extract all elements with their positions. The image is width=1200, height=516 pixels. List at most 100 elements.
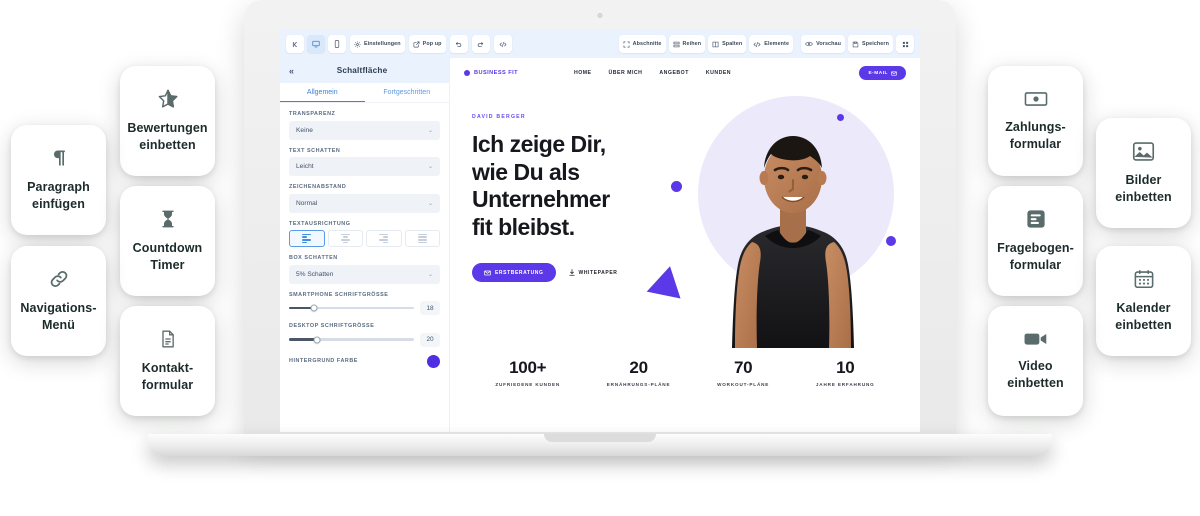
laptop-mockup: Einstellungen Pop up Abschnitte Reihen S… bbox=[148, 0, 1052, 480]
stat-value: 70 bbox=[733, 358, 753, 377]
chevron-down-icon: ⌄ bbox=[427, 200, 433, 207]
align-right-icon[interactable] bbox=[366, 230, 402, 247]
feature-card-label: Zahlungs- formular bbox=[1005, 120, 1066, 151]
document-icon bbox=[158, 328, 178, 350]
feature-card-navigation[interactable]: Navigations- Menü bbox=[11, 246, 106, 356]
tab-allgemein[interactable]: Allgemein bbox=[280, 83, 365, 102]
select-value: Leicht bbox=[296, 163, 314, 170]
align-center-icon[interactable] bbox=[327, 230, 363, 247]
feature-card-video[interactable]: Video einbetten bbox=[988, 306, 1083, 416]
field-transparenz: Transparenz Keine ⌄ bbox=[289, 111, 440, 140]
erstberatung-button[interactable]: ERSTBERATUNG bbox=[472, 263, 556, 283]
toolbar-structure-group: Abschnitte Reihen Spalten Elemente bbox=[618, 35, 794, 53]
hero-section: DAVID BERGER Ich zeige Dir, wie Du als U… bbox=[450, 88, 920, 348]
stat-label: ERNÄHRUNGS-PLÄNE bbox=[606, 382, 671, 387]
email-button[interactable]: E-MAIL bbox=[859, 66, 906, 80]
sidebar-title: Schaltfläche bbox=[336, 66, 388, 75]
chevron-down-icon: ⌄ bbox=[427, 271, 433, 278]
smartphone-font-value[interactable]: 18 bbox=[420, 301, 440, 315]
nav-link-home[interactable]: HOME bbox=[574, 70, 592, 76]
feature-card-paragraph[interactable]: Paragraph einfügen bbox=[11, 125, 106, 235]
field-zeichenabstand: Zeichenabstand Normal ⌄ bbox=[289, 184, 440, 213]
feature-card-kontakt[interactable]: Kontakt- formular bbox=[120, 306, 215, 416]
field-label: Desktop Schriftgrösse bbox=[289, 323, 375, 329]
align-justify-icon[interactable] bbox=[404, 230, 440, 247]
back-arrow-icon[interactable] bbox=[286, 35, 304, 53]
feature-card-fragebogen[interactable]: Fragebogen- formular bbox=[988, 186, 1083, 296]
field-label: Transparenz bbox=[289, 111, 336, 117]
text-schatten-select[interactable]: Leicht ⌄ bbox=[289, 157, 440, 176]
undo-icon[interactable] bbox=[449, 35, 468, 53]
site-nav-links: HOME ÜBER MICH ANGEBOT KUNDEN bbox=[574, 70, 731, 76]
slider-knob[interactable] bbox=[310, 304, 318, 312]
text-align-segmented bbox=[289, 230, 440, 247]
rows-button[interactable]: Reihen bbox=[668, 35, 706, 53]
field-label: Zeichenabstand bbox=[289, 184, 347, 190]
slider-track[interactable] bbox=[289, 304, 414, 312]
settings-label: Einstellungen bbox=[364, 41, 401, 47]
code-icon[interactable] bbox=[493, 35, 512, 53]
email-button-label: E-MAIL bbox=[868, 70, 888, 76]
paragraph-icon bbox=[49, 147, 69, 169]
stat-value: 100+ bbox=[509, 358, 547, 377]
nav-link-angebot[interactable]: ANGEBOT bbox=[659, 70, 688, 76]
zeichenabstand-select[interactable]: Normal ⌄ bbox=[289, 193, 440, 213]
stat-item: 70 WORKOUT-PLÄNE bbox=[717, 358, 769, 387]
background-color-swatch[interactable] bbox=[427, 354, 440, 368]
save-button[interactable]: Speichern bbox=[848, 35, 893, 53]
feature-card-countdown[interactable]: Countdown Timer bbox=[120, 186, 215, 296]
feature-card-zahlungsformular[interactable]: Zahlungs- formular bbox=[988, 66, 1083, 176]
nav-link-ueber-mich[interactable]: ÜBER MICH bbox=[609, 70, 643, 76]
elements-button[interactable]: Elemente bbox=[749, 35, 794, 53]
field-desktop-schriftgroesse: Desktop Schriftgrösse 20 bbox=[289, 323, 440, 347]
hero-content: DAVID BERGER Ich zeige Dir, wie Du als U… bbox=[450, 88, 920, 283]
rows-label: Reihen bbox=[682, 41, 702, 47]
field-box-schatten: Box Schatten 5% Schatten ⌄ bbox=[289, 255, 440, 284]
logo-dot-icon bbox=[464, 70, 470, 76]
redo-icon[interactable] bbox=[471, 35, 490, 53]
transparenz-select[interactable]: Keine ⌄ bbox=[289, 120, 440, 140]
field-label: Box Schatten bbox=[289, 255, 338, 261]
editor-toolbar: Einstellungen Pop up Abschnitte Reihen S… bbox=[280, 30, 920, 58]
laptop-notch bbox=[544, 434, 656, 442]
settings-button[interactable]: Einstellungen bbox=[350, 35, 405, 53]
image-icon bbox=[1132, 141, 1155, 162]
monitor-icon[interactable] bbox=[307, 35, 325, 53]
select-value: 5% Schatten bbox=[296, 270, 334, 278]
feature-card-bewertungen[interactable]: Bewertungen einbetten bbox=[120, 66, 215, 176]
desktop-font-value[interactable]: 20 bbox=[420, 332, 440, 347]
tab-fortgeschritten[interactable]: Fortgeschritten bbox=[365, 83, 450, 102]
slider-track[interactable] bbox=[289, 336, 414, 343]
sections-button[interactable]: Abschnitte bbox=[618, 35, 666, 53]
smartphone-font-slider[interactable]: 18 bbox=[289, 301, 440, 315]
columns-label: Spalten bbox=[722, 41, 743, 47]
popup-label: Pop up bbox=[422, 41, 442, 47]
box-schatten-select[interactable]: 5% Schatten ⌄ bbox=[289, 264, 440, 284]
desktop-font-slider[interactable]: 20 bbox=[289, 332, 440, 347]
nav-link-kunden[interactable]: KUNDEN bbox=[706, 70, 731, 76]
stat-label: WORKOUT-PLÄNE bbox=[717, 382, 770, 387]
feature-card-kalender[interactable]: Kalender einbetten bbox=[1096, 246, 1191, 356]
grid-view-icon[interactable] bbox=[896, 35, 914, 53]
feature-card-bilder[interactable]: Bilder einbetten bbox=[1096, 118, 1191, 228]
align-left-icon[interactable] bbox=[289, 230, 325, 247]
webcam-icon bbox=[597, 13, 603, 18]
field-label: Smartphone Schriftgrösse bbox=[289, 291, 389, 298]
feature-card-label: Kalender einbetten bbox=[1115, 301, 1172, 332]
whitepaper-button[interactable]: WHITEPAPER bbox=[568, 269, 618, 276]
field-label: Text Schatten bbox=[289, 147, 341, 154]
whitepaper-label: WHITEPAPER bbox=[578, 269, 618, 276]
mobile-icon[interactable] bbox=[328, 35, 346, 53]
feature-card-label: Fragebogen- formular bbox=[997, 241, 1074, 272]
poll-icon bbox=[1025, 208, 1047, 230]
site-logo[interactable]: BUSINESS FIT bbox=[464, 70, 518, 76]
slider-knob[interactable] bbox=[313, 336, 320, 343]
preview-button[interactable]: Vorschau bbox=[801, 35, 846, 53]
stat-value: 10 bbox=[836, 358, 855, 377]
columns-button[interactable]: Spalten bbox=[708, 35, 747, 53]
popup-button[interactable]: Pop up bbox=[408, 35, 446, 53]
feature-card-label: Bewertungen einbetten bbox=[127, 121, 208, 152]
site-navbar: BUSINESS FIT HOME ÜBER MICH ANGEBOT KUND… bbox=[450, 58, 920, 88]
toolbar-actions-group: Vorschau Speichern bbox=[801, 35, 914, 53]
feature-card-label: Video einbetten bbox=[1007, 359, 1064, 390]
